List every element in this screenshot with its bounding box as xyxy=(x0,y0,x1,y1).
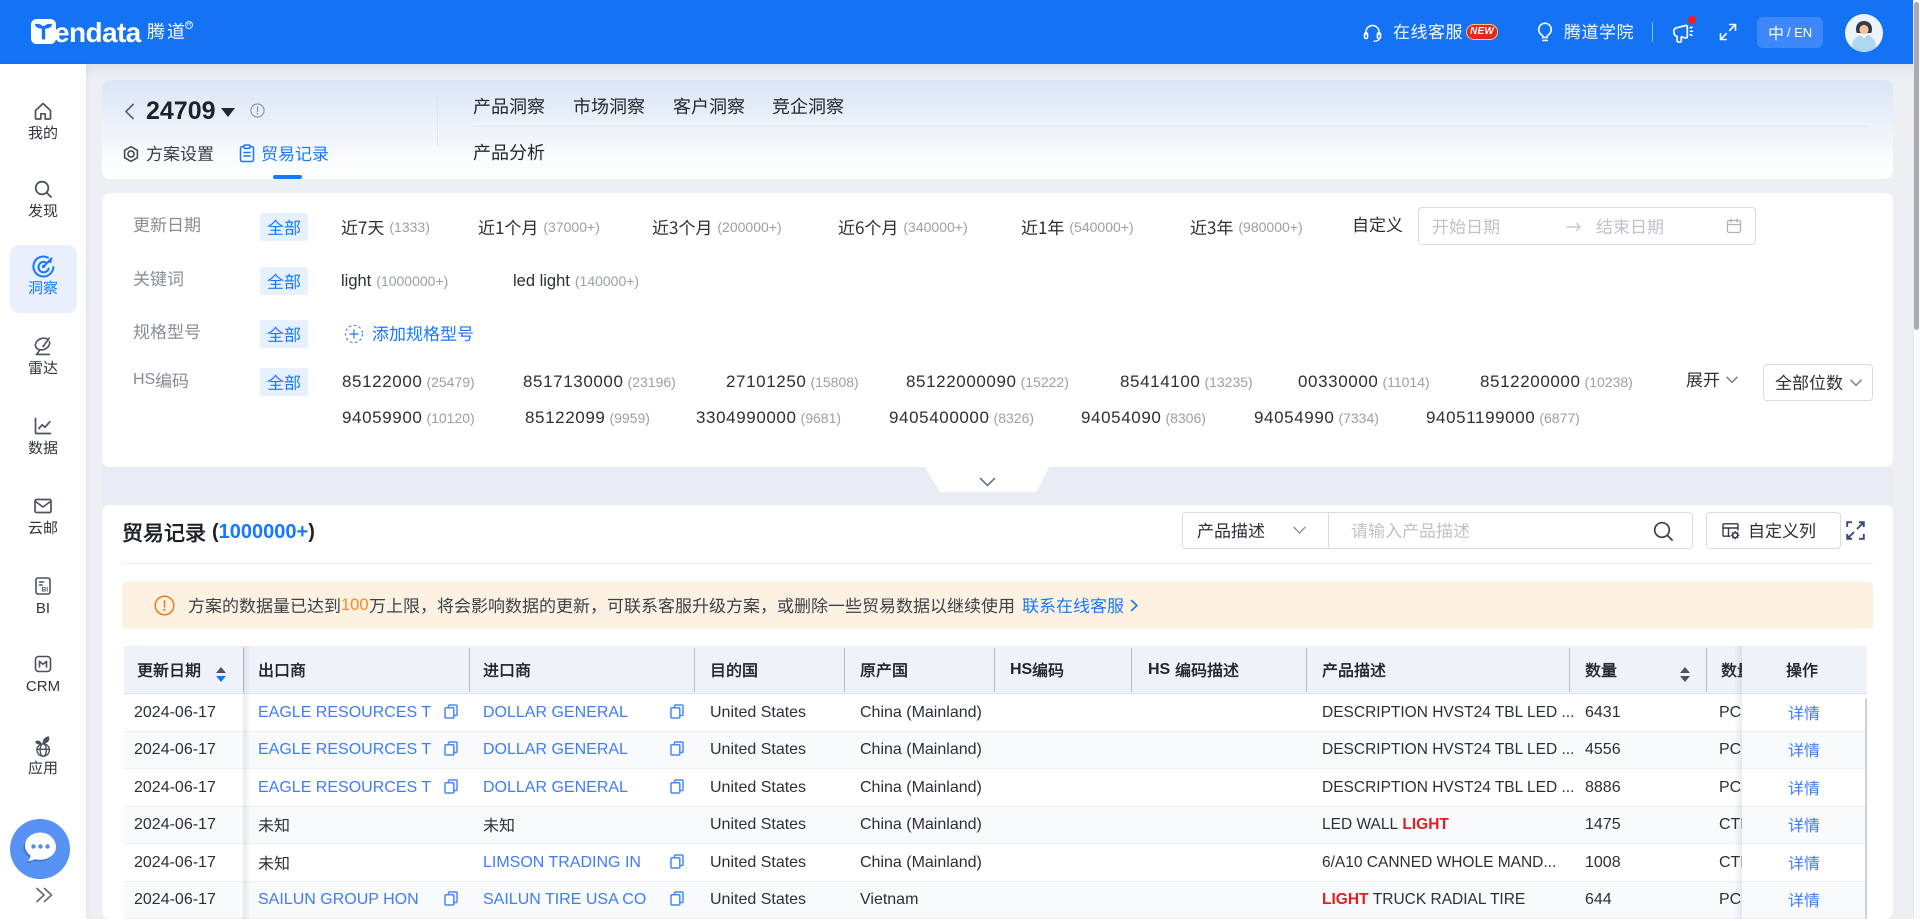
svg-text:BI: BI xyxy=(42,587,49,594)
